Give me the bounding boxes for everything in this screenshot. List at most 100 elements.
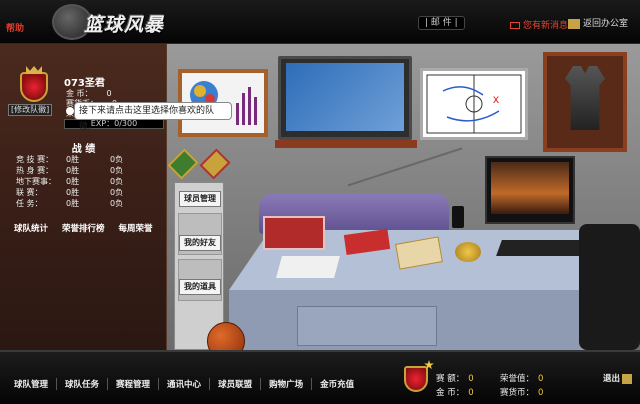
- play-arrow: [446, 110, 500, 122]
- exp-text: EXP：0/300: [90, 119, 138, 128]
- office-scene: x 球员管理 我的好友 我的道具: [167, 44, 640, 350]
- stat-label: 金 币：: [66, 89, 93, 98]
- currency-label: 荣誉值：: [500, 374, 535, 384]
- honor-ranking-link[interactable]: 荣誉排行榜: [62, 222, 105, 234]
- bar-mark: [248, 87, 251, 125]
- my-friends-button[interactable]: 我的好友: [179, 235, 221, 251]
- tactics-board[interactable]: x: [420, 68, 528, 140]
- jersey-frame[interactable]: [543, 52, 627, 152]
- record-title: 战 绩: [71, 144, 96, 155]
- nav-recharge[interactable]: 金币充值: [312, 378, 362, 390]
- currency-value: 0: [468, 374, 474, 384]
- phone-icon[interactable]: [452, 206, 464, 228]
- envelope-icon: [510, 22, 520, 29]
- top-header: 帮助 篮球风暴 | 邮 件 | 您有新消息 返回办公室: [0, 0, 640, 44]
- exit-label: 退出: [603, 374, 621, 384]
- crown-icon: [26, 66, 42, 74]
- record-losses: 0负: [110, 177, 124, 186]
- nav-communication[interactable]: 通讯中心: [159, 378, 211, 390]
- guide-tooltip: 接下来请点击这里选择你喜欢的队徽。: [74, 102, 232, 132]
- edit-badge-button[interactable]: [修改队徽]: [8, 104, 53, 116]
- desk-drawer[interactable]: [297, 306, 437, 346]
- tooltip-pointer: [66, 107, 74, 115]
- nav-team-tasks[interactable]: 球队任务: [57, 378, 109, 390]
- monitor-screen: [491, 162, 569, 214]
- record-row: 联 赛： 0胜 0负: [16, 187, 156, 198]
- jersey-icon: [565, 66, 605, 130]
- record-label: 热 身 赛：: [16, 166, 54, 175]
- record-label: 任 务：: [16, 199, 43, 208]
- gold-ornament-icon: [199, 148, 231, 180]
- player-management-button[interactable]: 球员管理: [179, 191, 221, 207]
- weekly-honor-link[interactable]: 每周荣誉: [119, 222, 153, 234]
- stat-row: 金 币： 0: [66, 89, 117, 99]
- bottom-team-emblem: [400, 358, 434, 398]
- record-row: 竞 技 赛： 0胜 0负: [16, 154, 156, 165]
- currency-item: 赛 额： 0: [436, 372, 474, 384]
- record-label: 地下赛事：: [16, 177, 56, 186]
- currency-value: 0: [538, 388, 544, 398]
- game-logo: 篮球风暴: [52, 2, 182, 42]
- currency-label: 赛货币：: [500, 388, 535, 398]
- nav-schedule[interactable]: 赛程管理: [108, 378, 160, 390]
- new-message-link[interactable]: 您有新消息: [510, 18, 568, 31]
- record-wins: 0胜: [66, 177, 80, 186]
- exit-icon: [622, 373, 633, 384]
- currency-label: 赛 额：: [436, 374, 465, 384]
- record-losses: 0负: [110, 166, 124, 175]
- currency-item: 赛货币： 0: [500, 386, 543, 398]
- team-stats-link[interactable]: 球队统计: [14, 222, 48, 234]
- photo-frame[interactable]: [263, 216, 325, 250]
- help-link[interactable]: 帮助: [6, 21, 24, 34]
- office-chair: [579, 224, 640, 350]
- record-table: 竞 技 赛： 0胜 0负 热 身 赛： 0胜 0负 地下赛事： 0胜 0负 联 赛： 0胜 0负…: [16, 154, 156, 209]
- game-window: 帮助 篮球风暴 | 邮 件 | 您有新消息 返回办公室 [修改队徽] 073圣君…: [0, 0, 640, 404]
- shield-icon: [20, 72, 48, 102]
- wall-tv[interactable]: [278, 56, 412, 140]
- logo-text: 篮球风暴: [84, 14, 165, 36]
- currency-label: 金 币：: [436, 388, 465, 398]
- shield-icon: [404, 366, 428, 392]
- play-mark: x: [493, 92, 499, 106]
- record-losses: 0负: [110, 188, 124, 197]
- record-wins: 0胜: [66, 155, 80, 164]
- return-office-label: 返回办公室: [583, 19, 629, 29]
- currency-value: 0: [538, 374, 544, 384]
- record-links: 球队统计 荣誉排行榜 每周荣誉: [14, 222, 153, 234]
- nav-player-league[interactable]: 球员联盟: [210, 378, 262, 390]
- record-row: 热 身 赛： 0胜 0负: [16, 165, 156, 176]
- newspaper[interactable]: [276, 256, 340, 278]
- currency-value: 0: [468, 388, 474, 398]
- record-wins: 0胜: [66, 188, 80, 197]
- nav-team-management[interactable]: 球队管理: [6, 378, 58, 390]
- tv-shelf: [275, 140, 417, 148]
- currency-item: 金 币： 0: [436, 386, 474, 398]
- pie-blob: [194, 85, 206, 97]
- record-label: 联 赛：: [16, 188, 43, 197]
- exit-button[interactable]: 退出: [603, 372, 633, 384]
- coins-icon[interactable]: [455, 242, 481, 262]
- green-ornament-icon: [167, 148, 199, 180]
- record-wins: 0胜: [66, 166, 80, 175]
- return-office-link[interactable]: 返回办公室: [568, 16, 628, 29]
- bottom-nav: 球队管理 球队任务 赛程管理 通讯中心 球员联盟 购物广场 金币充值: [6, 378, 362, 390]
- player-info-panel: [修改队徽] 073圣君 金 币：0 赛货币：0 荣 誉：0 EXP：0/300…: [0, 44, 167, 350]
- new-message-label: 您有新消息: [523, 21, 569, 31]
- record-row: 任 务： 0胜 0负: [16, 198, 156, 209]
- mail-nav-button[interactable]: | 邮 件 |: [418, 16, 465, 30]
- player-name: 073圣君: [64, 78, 105, 89]
- record-row: 地下赛事： 0胜 0负: [16, 176, 156, 187]
- play-arrow: [442, 86, 484, 96]
- record-losses: 0负: [110, 199, 124, 208]
- bottom-bar: 球队管理 球队任务 赛程管理 通讯中心 球员联盟 购物广场 金币充值 赛 额： 0…: [0, 350, 640, 404]
- nav-shop[interactable]: 购物广场: [261, 378, 313, 390]
- computer-monitor[interactable]: [485, 156, 575, 224]
- record-losses: 0负: [110, 155, 124, 164]
- my-items-button[interactable]: 我的道具: [179, 279, 221, 295]
- record-wins: 0胜: [66, 199, 80, 208]
- currency-item: 荣誉值： 0: [500, 372, 543, 384]
- tv-screen: [286, 63, 404, 131]
- team-emblem[interactable]: [14, 66, 54, 108]
- stat-value: 0: [106, 89, 112, 98]
- tactics-drawing: x: [426, 74, 522, 134]
